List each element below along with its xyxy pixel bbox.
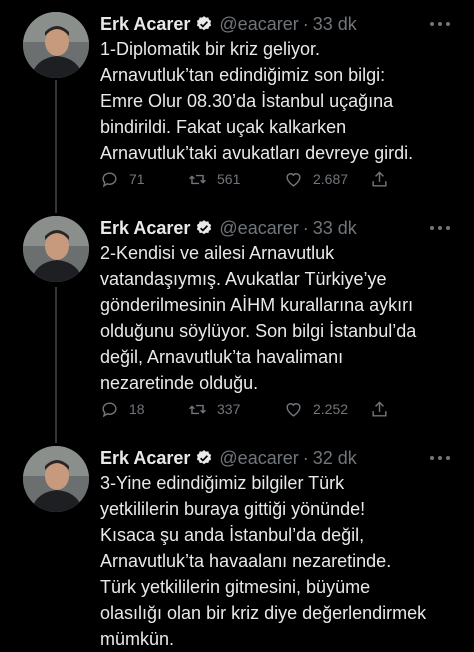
retweet-count: 337 — [217, 401, 241, 417]
share-icon — [372, 170, 387, 187]
retweet-count: 561 — [217, 171, 241, 187]
display-name[interactable]: Erk Acarer — [100, 448, 190, 469]
display-name[interactable]: Erk Acarer — [100, 218, 190, 239]
thread-line — [55, 80, 57, 213]
tweet-text: 2-Kendisi ve ailesi Arnavutluk vatandaşı… — [100, 243, 417, 393]
timestamp[interactable]: 33 dk — [313, 14, 357, 35]
verified-badge-icon — [197, 450, 212, 465]
avatar[interactable] — [23, 216, 89, 282]
separator: · — [302, 217, 309, 238]
share-button[interactable] — [370, 168, 399, 190]
tweet-actions: 18 337 2.252 — [100, 398, 400, 420]
reply-count: 71 — [129, 171, 145, 187]
handle[interactable]: @eacarer — [219, 448, 298, 469]
timestamp[interactable]: 32 dk — [313, 448, 357, 469]
tweet-text: 3-Yine edindiğimiz bilgiler Türk yetkili… — [100, 473, 427, 649]
tweet-header: Erk Acarer @eacarer · 32 dk — [100, 446, 357, 470]
share-button[interactable] — [370, 398, 399, 420]
separator: · — [302, 13, 309, 34]
more-icon[interactable] — [430, 220, 450, 236]
reply-count: 18 — [129, 401, 145, 417]
reply-icon — [102, 171, 117, 187]
tweet-header: Erk Acarer @eacarer · 33 dk — [100, 216, 357, 240]
reply-button[interactable]: 71 — [100, 168, 145, 190]
reply-icon — [102, 401, 117, 417]
more-icon[interactable] — [430, 16, 450, 32]
like-count: 2.252 — [313, 401, 349, 417]
separator: · — [302, 447, 309, 468]
retweet-icon — [189, 404, 206, 414]
like-button[interactable]: 2.687 — [284, 168, 348, 190]
retweet-button[interactable]: 337 — [188, 398, 240, 420]
tweet-actions: 71 561 2.687 — [100, 168, 400, 190]
display-name[interactable]: Erk Acarer — [100, 14, 190, 35]
timestamp[interactable]: 33 dk — [313, 218, 357, 239]
verified-badge-icon — [197, 220, 212, 235]
avatar[interactable] — [23, 446, 89, 512]
handle[interactable]: @eacarer — [219, 218, 298, 239]
retweet-button[interactable]: 561 — [188, 168, 240, 190]
tweet-text: 1-Diplomatik bir kriz geliyor. Arnavutlu… — [100, 39, 414, 163]
like-icon — [286, 172, 301, 187]
handle[interactable]: @eacarer — [219, 14, 298, 35]
more-icon[interactable] — [430, 450, 450, 466]
like-button[interactable]: 2.252 — [284, 398, 348, 420]
share-icon — [372, 400, 387, 417]
like-count: 2.687 — [313, 171, 349, 187]
like-icon — [286, 402, 301, 417]
verified-badge-icon — [197, 16, 212, 31]
retweet-icon — [189, 174, 206, 184]
tweet-header: Erk Acarer @eacarer · 33 dk — [100, 12, 357, 36]
avatar[interactable] — [23, 12, 89, 78]
thread-line — [55, 287, 57, 443]
reply-button[interactable]: 18 — [100, 398, 145, 420]
